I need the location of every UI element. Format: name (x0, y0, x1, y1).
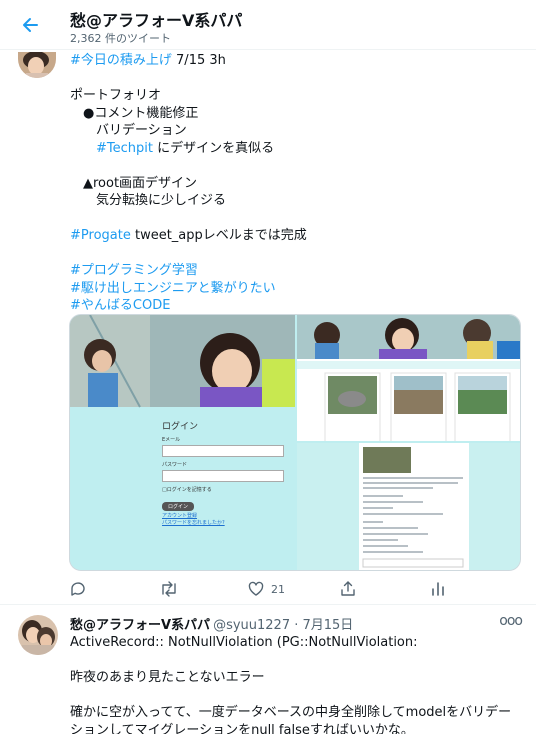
tweet-text: ActiveRecord:: NotNullViolation (PG::Not… (70, 635, 418, 650)
share-button[interactable] (339, 578, 357, 600)
tweet-text: ▲root画面デザイン (70, 175, 198, 191)
tweet-header: 愁@アラフォーV系パパ @syuu1227 · 7月15日 (70, 614, 353, 633)
hashtag-link[interactable]: #今日の積み上げ (70, 53, 172, 68)
analytics-icon (432, 582, 444, 596)
more-options-icon[interactable]: ooo (499, 613, 523, 629)
avatar[interactable] (18, 615, 58, 655)
heart-icon (248, 581, 264, 596)
like-count: 21 (271, 582, 285, 596)
media-photo-index[interactable] (297, 315, 520, 444)
tweet-text: ションしてマイグレーションをnull falseすればいいかな。 (70, 722, 414, 734)
media-photo-detail[interactable] (297, 443, 520, 570)
password-label: パスワード (162, 462, 188, 468)
header-title: 愁@アラフォーV系パパ (70, 11, 243, 30)
like-button[interactable]: 21 (247, 578, 285, 600)
tweet-body: #今日の積み上げ 7/15 3h ポートフォリオ ●コメント機能修正 バリデーシ… (70, 52, 307, 315)
hashtag-link[interactable]: #Techpit (70, 141, 153, 156)
tweet-text: tweet_appレベルまでは完成 (130, 228, 307, 243)
tweet-text: バリデーション (70, 123, 187, 138)
login-form: ログイン Eメール パスワード □ログインを記憶する ログイン アカウント登録 … (162, 419, 302, 526)
back-arrow-icon[interactable] (18, 12, 44, 38)
retweet-button[interactable] (159, 578, 179, 600)
signup-link: アカウント登録 (162, 513, 198, 519)
retweet-icon (162, 581, 176, 597)
tweet-body: ActiveRecord:: NotNullViolation (PG::Not… (70, 634, 511, 734)
login-button: ログイン (162, 502, 195, 511)
avatar[interactable] (18, 52, 56, 78)
author-name[interactable]: 愁@アラフォーV系パパ (70, 618, 210, 633)
tweet-media[interactable]: ログイン Eメール パスワード □ログインを記憶する ログイン アカウント登録 … (69, 314, 521, 571)
hashtag-link[interactable]: #プログラミング学習 (70, 262, 307, 280)
tweet-actions: 21 (69, 578, 509, 600)
login-title: ログイン (162, 422, 199, 432)
password-field (162, 470, 284, 482)
media-photo-login[interactable]: ログイン Eメール パスワード □ログインを記憶する ログイン アカウント登録 … (70, 315, 295, 570)
hashtag-link[interactable]: #駆け出しエンジニアと繋がりたい (70, 280, 307, 298)
tweet-count: 2,362 件のツイート (70, 32, 171, 45)
profile-header: 愁@アラフォーV系パパ 2,362 件のツイート (0, 0, 536, 50)
email-field (162, 445, 284, 457)
reply-icon (71, 582, 85, 596)
tweet-divider (0, 604, 536, 605)
hashtag-link[interactable]: #やんばるCODE (70, 297, 307, 315)
forgot-password-link: パスワードを忘れましたか? (162, 520, 225, 526)
tweet-text: 昨夜のあまり見たことないエラー (70, 670, 265, 685)
reply-button[interactable] (69, 578, 87, 600)
analytics-button[interactable] (429, 578, 447, 600)
hashtag-link[interactable]: #Progate (70, 228, 131, 243)
share-icon (341, 581, 355, 596)
tweet-text: 気分転換に少しイジる (70, 193, 227, 208)
tweet-text: 確かに空が入ってて、一度データベースの中身全削除してmodelをバリデー (70, 705, 512, 720)
tweet-text: ●コメント機能修正 (70, 105, 199, 121)
tweet-text: ポートフォリオ (70, 88, 162, 103)
remember-checkbox-label: □ログインを記憶する (162, 487, 212, 493)
email-label: Eメール (162, 437, 181, 443)
tweet-text: 7/15 3h (171, 53, 226, 68)
author-handle-date[interactable]: @syuu1227 · 7月15日 (213, 618, 353, 633)
tweet-text: にデザインを真似る (152, 140, 275, 156)
detail-screenshot-image (297, 443, 520, 570)
index-screenshot-image (297, 315, 520, 444)
